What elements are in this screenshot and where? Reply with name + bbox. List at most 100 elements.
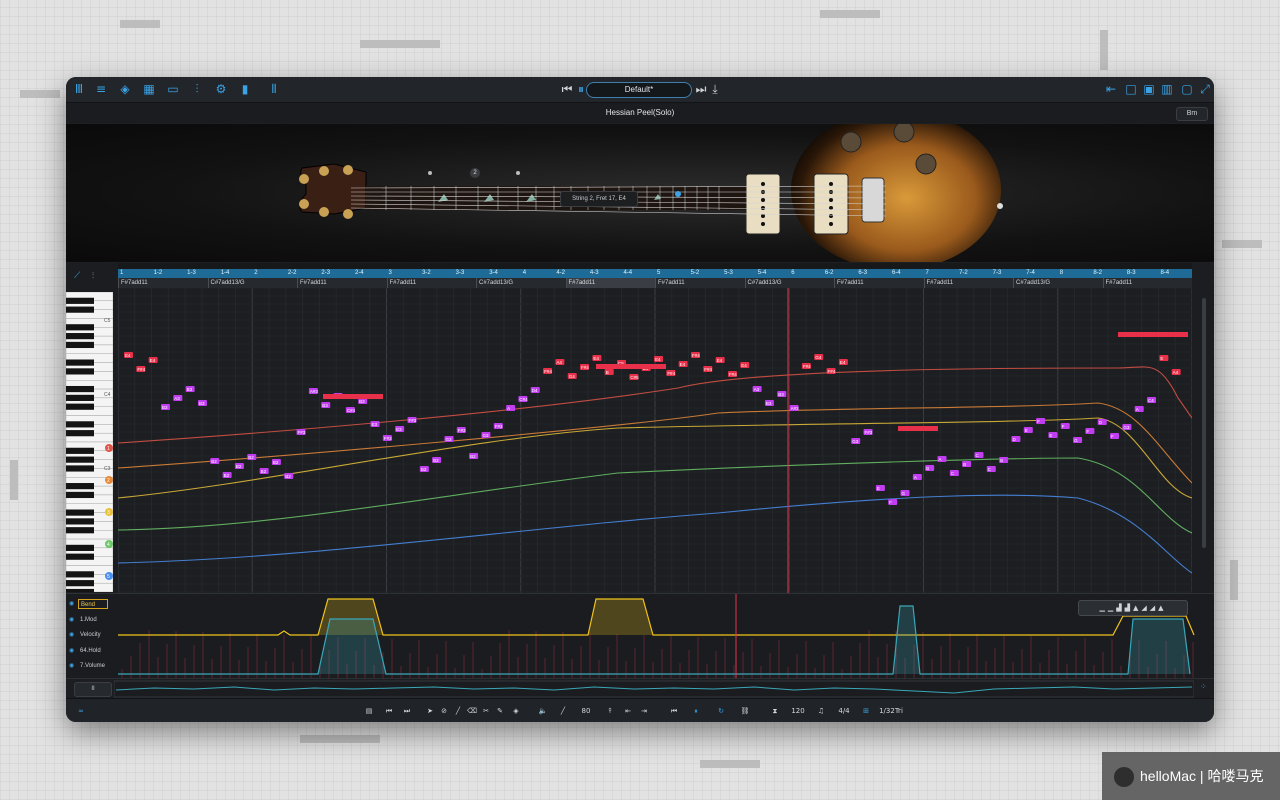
held-note[interactable]	[596, 364, 666, 369]
tap-tempo-icon[interactable]: ♫	[814, 704, 828, 718]
black-key[interactable]	[66, 483, 94, 490]
panel-right-icon[interactable]: ▥	[1160, 82, 1174, 96]
lane-1-mod[interactable]: 1.Mod	[78, 615, 108, 625]
loop-end-icon[interactable]: ⇥	[638, 704, 650, 718]
pick-icon[interactable]: ◈	[118, 82, 132, 96]
tempo-value[interactable]: 120	[788, 704, 808, 718]
rewind-icon[interactable]: ⏮	[668, 704, 680, 718]
lane-visibility-icon[interactable]: ◉	[69, 601, 76, 608]
held-note[interactable]	[898, 426, 938, 431]
tracks-icon[interactable]: ≡	[94, 82, 108, 96]
pick-tool-icon[interactable]: ◈	[510, 704, 522, 718]
chord-block[interactable]: C#7add13/G	[207, 278, 298, 288]
velocity-icon[interactable]: ╱	[556, 704, 570, 718]
next-icon[interactable]: ⏭	[400, 704, 414, 718]
black-key[interactable]	[66, 509, 94, 516]
black-key[interactable]	[66, 306, 94, 313]
black-key[interactable]	[66, 333, 94, 340]
glue-tool-icon[interactable]: ✎	[494, 704, 506, 718]
chord-block[interactable]: F#7add11	[834, 278, 924, 288]
velocity-value[interactable]: 80	[576, 704, 596, 718]
held-note[interactable]	[323, 394, 383, 399]
curve-shape-palette[interactable]: ▁▁▟▟▲◢◢▲	[1078, 600, 1188, 616]
settings-icon[interactable]: ⚙	[214, 82, 228, 96]
preset-selector[interactable]: Default*	[586, 82, 692, 98]
skip-forward-icon[interactable]: ⏭	[694, 82, 708, 96]
piano-keyboard[interactable]: C5 C4 C3 1 2 3 4 5	[66, 292, 113, 592]
black-key[interactable]	[66, 394, 94, 401]
prev-icon[interactable]: ⏮	[382, 704, 396, 718]
black-key[interactable]	[66, 491, 94, 499]
meter-value[interactable]: 4/4	[834, 704, 854, 718]
overview-strip[interactable]: II ⁘	[66, 678, 1214, 699]
velocity-view-icon[interactable]: ⫶	[92, 271, 94, 281]
black-key[interactable]	[66, 518, 94, 525]
chord-block[interactable]: F#7add11	[655, 278, 745, 288]
chord-block[interactable]: C#7add13/G	[744, 278, 835, 288]
chord-block[interactable]: F#7add11	[297, 278, 387, 288]
black-key[interactable]	[66, 385, 94, 393]
black-key[interactable]	[66, 553, 94, 560]
square-icon[interactable]: □	[1124, 82, 1138, 96]
fullscreen-icon[interactable]: ⤢	[1198, 82, 1212, 96]
speaker-icon[interactable]: 🔈	[536, 704, 550, 718]
black-key[interactable]	[66, 456, 94, 463]
screen-icon[interactable]: ▢	[1180, 82, 1194, 96]
black-key[interactable]	[66, 544, 94, 551]
black-key[interactable]	[66, 430, 94, 437]
meter-icon[interactable]: ⦀	[264, 82, 284, 96]
black-key[interactable]	[66, 571, 94, 578]
black-key[interactable]	[66, 527, 94, 534]
chord-block[interactable]: F#7add11	[118, 278, 208, 288]
chain-icon[interactable]: ⛓	[738, 704, 752, 718]
expand-icon[interactable]: ⁘	[1200, 682, 1207, 691]
black-key[interactable]	[66, 341, 94, 349]
overview-waveform[interactable]	[114, 680, 1194, 698]
piano-keys[interactable]: C5 C4 C3 1 2 3 4 5	[66, 292, 113, 592]
black-key[interactable]	[66, 447, 94, 454]
chord-block[interactable]: F#7add11	[386, 278, 477, 288]
controller-curve-canvas[interactable]	[118, 594, 1214, 679]
black-key[interactable]	[66, 421, 94, 428]
bars-icon[interactable]: ▮	[238, 82, 252, 96]
bend-curve[interactable]	[118, 598, 1195, 636]
lane-7-volume[interactable]: 7.Volume	[78, 661, 108, 671]
pencil-tool-icon[interactable]: ⟋	[74, 271, 80, 281]
loop-start-icon[interactable]: ⇤	[622, 704, 634, 718]
key-button[interactable]: Bm	[1176, 107, 1208, 121]
chord-block[interactable]: C#7add13/G	[476, 278, 566, 288]
eraser-tool-icon[interactable]: ⌫	[466, 704, 478, 718]
chord-block[interactable]: F#7add11	[565, 278, 655, 288]
scissors-tool-icon[interactable]: ✂	[480, 704, 492, 718]
loop-icon[interactable]: ↻	[714, 704, 728, 718]
panel-left-icon[interactable]: ⇤	[1104, 82, 1118, 96]
timeline-ruler[interactable]: 1 1-2 1-3 1-4 2 2-2 2-3 2-4 3 3-2 3-3 3-4 4 4-2 4-3 4-4…	[118, 269, 1192, 278]
overview-toggle[interactable]: II	[74, 682, 112, 697]
black-key[interactable]	[66, 297, 94, 304]
line-tool-icon[interactable]: ╱	[452, 704, 464, 718]
lane-visibility-icon[interactable]: ◉	[69, 663, 76, 670]
black-key[interactable]	[66, 465, 94, 472]
link-icon[interactable]: ∞	[74, 704, 88, 718]
mod-curve[interactable]	[118, 605, 1191, 675]
pointer-tool-icon[interactable]: ➤	[424, 704, 436, 718]
guitar-view[interactable]: 2	[66, 124, 1214, 262]
black-key[interactable]	[66, 580, 94, 587]
black-key[interactable]	[66, 588, 94, 592]
chord-track[interactable]: F#7add11 C#7add13/G F#7add11 F#7add11 C#7add…	[118, 278, 1192, 288]
window-icon[interactable]: ▭	[166, 82, 180, 96]
sliders-icon[interactable]: ⫶	[190, 82, 204, 96]
lane-visibility-icon[interactable]: ◉	[69, 617, 76, 624]
lane-visibility-icon[interactable]: ◉	[69, 632, 76, 639]
download-icon[interactable]: ⤓	[708, 82, 722, 96]
lane-velocity[interactable]: Velocity	[78, 630, 108, 640]
panel-icon[interactable]: ▣	[1142, 82, 1156, 96]
lane-64-hold[interactable]: 64.Hold	[78, 646, 108, 656]
metronome-icon[interactable]: ⧗	[768, 704, 782, 718]
skip-back-icon[interactable]: ⏮	[560, 82, 574, 96]
grid-value[interactable]: 1/32Tri	[876, 704, 906, 718]
mute-tool-icon[interactable]: ⊘	[438, 704, 450, 718]
note-grid[interactable]: E4F#4E4B3A3B3B3B2B2B2B2B2B2B2F#3A#3B3B3C…	[117, 287, 1193, 593]
black-key[interactable]	[66, 403, 94, 410]
chord-block[interactable]: C#7add13/G	[1013, 278, 1103, 288]
